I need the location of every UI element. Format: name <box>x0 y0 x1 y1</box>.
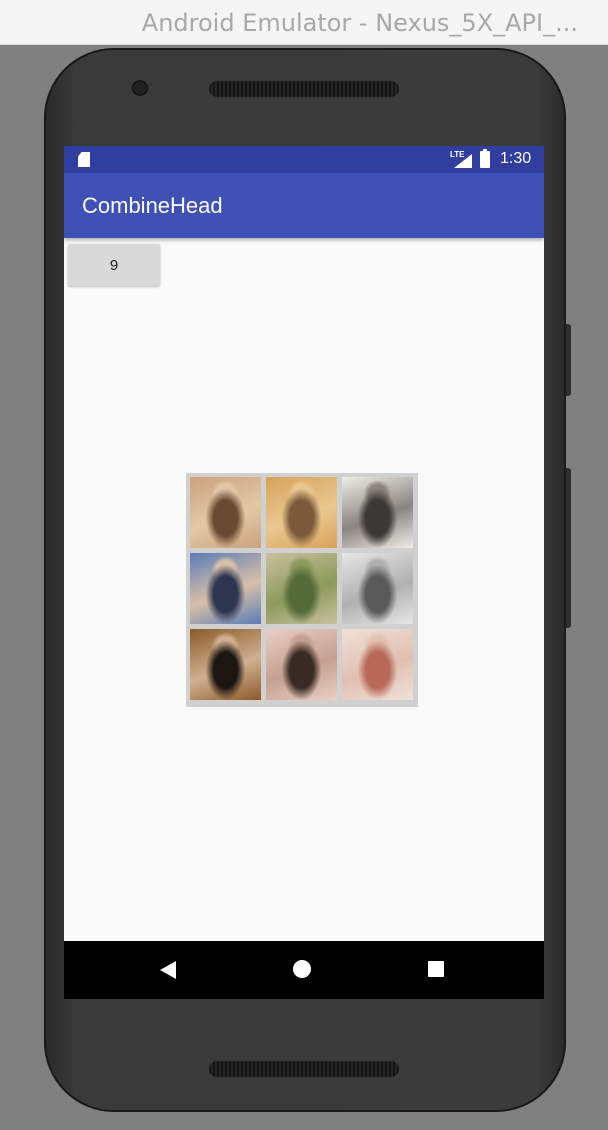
top-speaker <box>209 81 399 97</box>
sd-card-icon <box>78 152 90 167</box>
navigation-bar <box>64 941 544 999</box>
app-bar: CombineHead <box>64 173 544 238</box>
status-bar: LTE 1:30 <box>64 146 544 173</box>
battery-icon <box>480 149 490 168</box>
avatar-tile-photo-6 <box>342 553 413 624</box>
avatar-tile-photo-9 <box>342 629 413 700</box>
network-type: LTE <box>450 150 465 159</box>
avatar-tile-photo-7 <box>190 629 261 700</box>
window-title: Android Emulator - Nexus_5X_API_... <box>141 9 578 37</box>
avatar-tile-photo-4 <box>190 553 261 624</box>
home-icon[interactable] <box>293 960 311 978</box>
status-time: 1:30 <box>500 150 532 167</box>
bottom-speaker <box>209 1061 399 1077</box>
combined-avatar-image <box>186 473 418 707</box>
volume-button[interactable] <box>566 468 571 628</box>
back-icon[interactable] <box>160 961 176 979</box>
emulator-title-bar: Android Emulator - Nexus_5X_API_... <box>0 0 608 45</box>
avatar-tile-photo-5 <box>266 553 337 624</box>
avatar-tile-photo-8 <box>266 629 337 700</box>
front-camera <box>132 80 148 96</box>
count-button[interactable]: 9 <box>68 244 160 286</box>
app-title: CombineHead <box>82 193 223 218</box>
avatar-tile-photo-1 <box>190 477 261 548</box>
recent-apps-icon[interactable] <box>428 961 444 977</box>
device-screen: LTE 1:30 CombineHead 9 <box>64 146 544 998</box>
avatar-tile-photo-3 <box>342 477 413 548</box>
power-button[interactable] <box>566 324 571 396</box>
avatar-tile-photo-2 <box>266 477 337 548</box>
